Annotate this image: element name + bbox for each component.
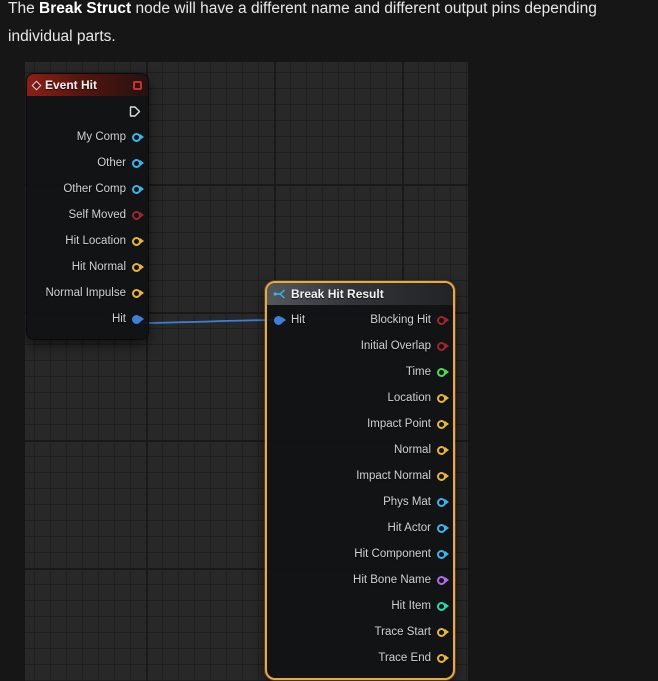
intro-text-post: node will have a different name and diff… — [131, 0, 597, 17]
intro-line2: individual parts. — [8, 28, 116, 45]
pin-row[interactable]: Hit Bone Name — [267, 567, 453, 593]
pin-icon-output[interactable] — [437, 445, 446, 455]
pin-icon-output[interactable] — [437, 523, 446, 533]
pin-icon-output-connected[interactable] — [132, 314, 141, 324]
pin-row[interactable]: Impact Normal — [267, 463, 453, 489]
pin-label: Hit Bone Name — [353, 574, 431, 586]
pin-row[interactable]: Impact Point — [267, 411, 453, 437]
pin-icon-output[interactable] — [437, 367, 446, 377]
pin-row[interactable]: Hit Location — [27, 228, 148, 254]
exec-pin-row[interactable] — [27, 98, 148, 124]
pin-label: Normal — [393, 444, 431, 456]
node-title: Event Hit — [45, 78, 98, 92]
break-struct-icon — [273, 289, 285, 299]
pin-label: Initial Overlap — [360, 340, 431, 352]
pin-row[interactable]: Hit Actor — [267, 515, 453, 541]
pin-icon-output[interactable] — [437, 471, 446, 481]
delegate-pin-icon[interactable] — [133, 80, 142, 90]
pin-label: Blocking Hit — [370, 314, 431, 326]
event-icon — [31, 80, 42, 90]
intro-bold-term: Break Struct — [39, 0, 132, 17]
pin-label: Hit — [111, 313, 126, 325]
pin-row[interactable]: Trace Start — [267, 619, 453, 645]
pin-icon-output[interactable] — [437, 315, 446, 325]
pin-row[interactable]: Location — [267, 385, 453, 411]
node-event-hit[interactable]: Event Hit My Comp Other Other Comp Self … — [26, 73, 149, 340]
pin-row[interactable]: Time — [267, 359, 453, 385]
pin-label: Normal Impulse — [45, 287, 126, 299]
intro-paragraph: The Break Struct node will have a differ… — [8, 0, 597, 20]
pin-label: Hit Component — [354, 548, 431, 560]
pin-label: Phys Mat — [383, 496, 431, 508]
pin-icon-input-connected[interactable] — [274, 315, 283, 325]
pin-label: Impact Point — [367, 418, 431, 430]
pin-row[interactable]: Hit Normal — [27, 254, 148, 280]
pin-row[interactable]: Phys Mat — [267, 489, 453, 515]
node-break-hit-result-header[interactable]: Break Hit Result — [267, 283, 453, 305]
pin-row[interactable]: Other Comp — [27, 176, 148, 202]
pin-row[interactable]: Normal — [267, 437, 453, 463]
pin-label: My Comp — [76, 131, 126, 143]
intro-text-pre: The — [8, 0, 40, 17]
pin-row[interactable]: Hit Item — [267, 593, 453, 619]
blueprint-graph-canvas[interactable]: Event Hit My Comp Other Other Comp Self … — [25, 62, 468, 681]
pin-row[interactable]: My Comp — [27, 124, 148, 150]
pin-icon-output[interactable] — [132, 288, 141, 298]
input-pin-group[interactable]: Hit — [274, 314, 305, 326]
pin-icon-output[interactable] — [132, 262, 141, 272]
pin-label: Trace Start — [374, 626, 431, 638]
pin-row-io[interactable]: Hit Blocking Hit — [267, 307, 453, 333]
pin-row[interactable]: Trace End — [267, 645, 453, 671]
pin-label: Hit Normal — [71, 261, 126, 273]
pin-label: Time — [405, 366, 431, 378]
pin-label: Trace End — [378, 652, 431, 664]
pin-label: Hit Location — [65, 235, 126, 247]
pin-icon-output[interactable] — [437, 627, 446, 637]
node-body: Hit Blocking Hit Initial Overlap Time Lo… — [267, 305, 453, 678]
pin-label: Hit Actor — [387, 522, 431, 534]
pin-row[interactable]: Hit Component — [267, 541, 453, 567]
pin-icon-output[interactable] — [437, 549, 446, 559]
pin-label: Self Moved — [68, 209, 126, 221]
pin-icon-output[interactable] — [437, 419, 446, 429]
pin-icon-output[interactable] — [132, 210, 141, 220]
hit-connection-wire — [136, 319, 279, 324]
exec-output-pin-icon[interactable] — [128, 105, 141, 118]
pin-label: Other Comp — [63, 183, 126, 195]
pin-icon-output[interactable] — [437, 653, 446, 663]
pin-icon-output[interactable] — [132, 132, 141, 142]
node-title: Break Hit Result — [291, 287, 384, 301]
pin-icon-output[interactable] — [437, 497, 446, 507]
pin-label: Hit — [291, 314, 306, 326]
pin-row[interactable]: Initial Overlap — [267, 333, 453, 359]
pin-icon-output[interactable] — [437, 341, 446, 351]
node-body: My Comp Other Other Comp Self Moved Hit … — [27, 96, 148, 339]
pin-label: Other — [97, 157, 126, 169]
pin-icon-output[interactable] — [132, 184, 141, 194]
pin-row[interactable]: Normal Impulse — [27, 280, 148, 306]
pin-icon-output[interactable] — [437, 601, 446, 611]
pin-icon-output[interactable] — [132, 158, 141, 168]
pin-label: Hit Item — [391, 600, 431, 612]
pin-label: Impact Normal — [356, 470, 431, 482]
node-event-hit-header[interactable]: Event Hit — [27, 74, 148, 96]
pin-icon-output[interactable] — [437, 393, 446, 403]
pin-icon-output[interactable] — [437, 575, 446, 585]
pin-row[interactable]: Other — [27, 150, 148, 176]
pin-row[interactable]: Hit — [27, 306, 148, 332]
pin-label: Location — [387, 392, 431, 404]
pin-icon-output[interactable] — [132, 236, 141, 246]
node-break-hit-result[interactable]: Break Hit Result Hit Blocking Hit Initia… — [265, 281, 455, 680]
pin-row[interactable]: Self Moved — [27, 202, 148, 228]
